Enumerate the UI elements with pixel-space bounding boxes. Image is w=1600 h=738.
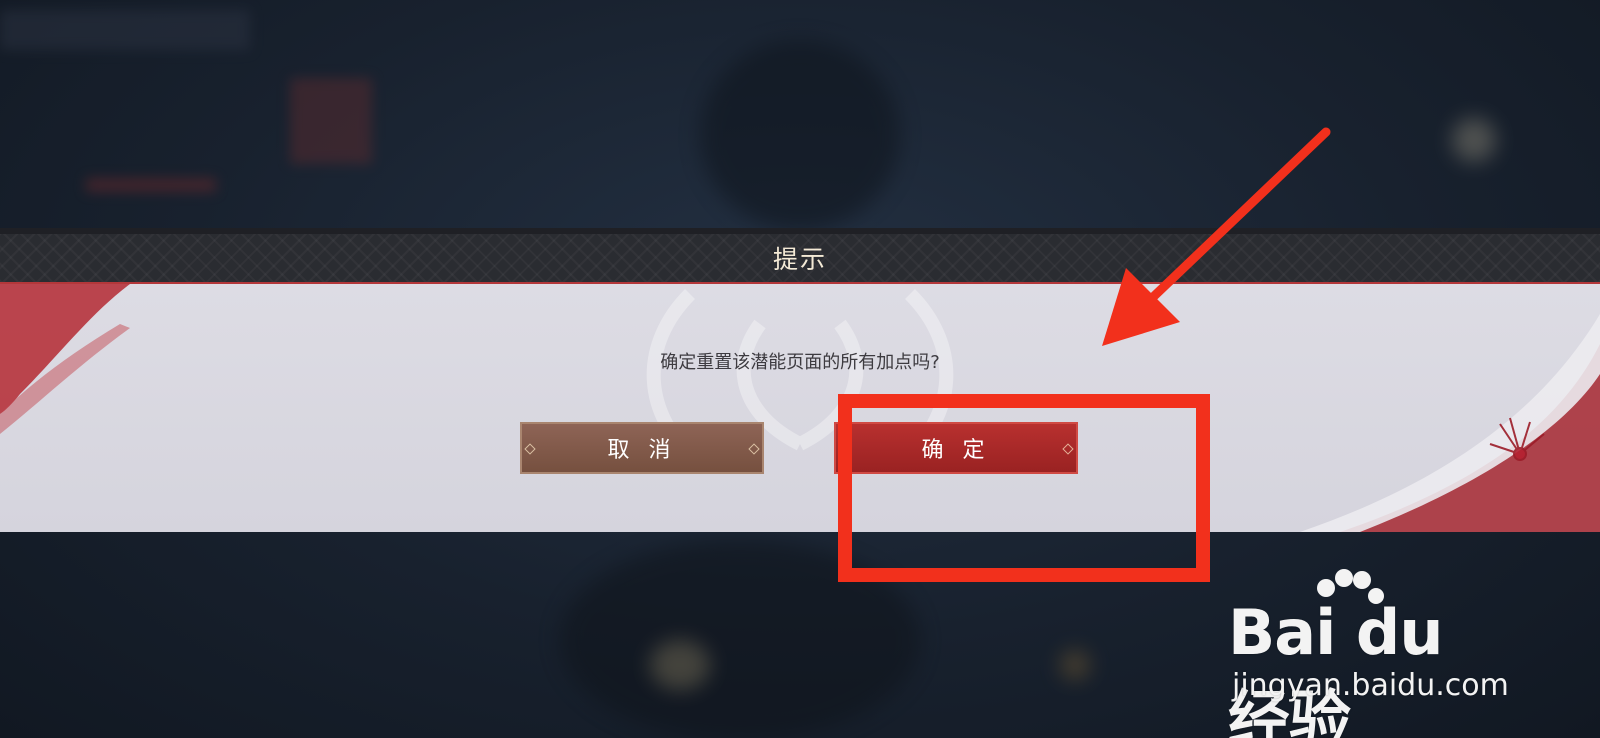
cancel-button[interactable]: 取 消 xyxy=(520,422,764,474)
background-emblem xyxy=(1452,118,1496,162)
watermark-logo: Bai du 经验 xyxy=(1228,596,1443,738)
background-portrait xyxy=(290,78,372,164)
dialog-message: 确定重置该潜能页面的所有加点吗? xyxy=(660,352,940,373)
confirm-dialog: 提示 确定重置该潜能页面的所有加点吗? 取 消 确 定 xyxy=(0,228,1600,532)
diamond-ornament-icon xyxy=(748,443,760,455)
header-top-strip xyxy=(0,228,1600,234)
dialog-title: 提示 xyxy=(772,245,827,274)
watermark-url: jingyan.baidu.com xyxy=(1232,668,1509,703)
background-node xyxy=(650,640,710,690)
diamond-ornament-icon xyxy=(524,443,536,455)
background-node xyxy=(1060,650,1090,680)
background-red-label xyxy=(86,178,216,192)
dialog-decoration xyxy=(0,284,1600,532)
dialog-body: 确定重置该潜能页面的所有加点吗? 取 消 确 定 xyxy=(0,284,1600,532)
game-screen: 提示 确定重置该潜能页面的所有加点吗? 取 消 确 定 Bai du 经验 ji… xyxy=(0,0,1600,738)
annotation-highlight-box xyxy=(838,394,1210,582)
baidu-jingyan-watermark: Bai du 经验 jingyan.baidu.com xyxy=(1228,566,1518,738)
cancel-button-label: 取 消 xyxy=(607,438,677,463)
background-figure xyxy=(700,40,900,230)
dialog-header: 提示 xyxy=(0,228,1600,284)
background-topbar xyxy=(0,10,250,50)
